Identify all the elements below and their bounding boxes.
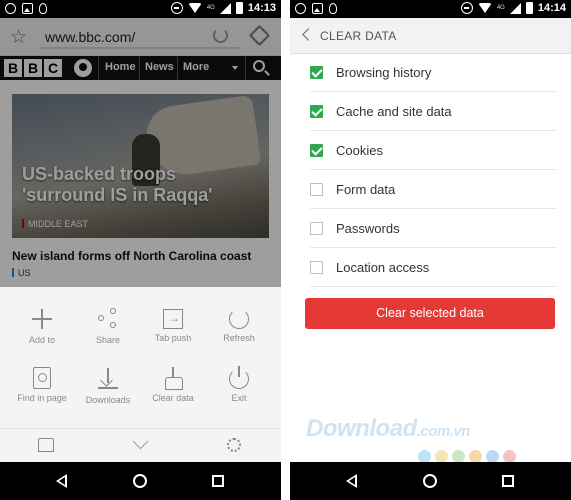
status-bar: 4G 14:13 bbox=[0, 0, 281, 18]
menu-refresh[interactable]: Refresh bbox=[204, 307, 274, 343]
battery-icon bbox=[235, 2, 243, 14]
clear-data-screen: 4G 14:14 CLEAR DATA Browsing history Cach… bbox=[290, 0, 571, 500]
option-form-data[interactable]: Form data bbox=[310, 170, 556, 209]
option-label: Cookies bbox=[336, 143, 383, 158]
menu-share[interactable]: Share bbox=[73, 307, 143, 345]
android-nav-bar bbox=[290, 462, 571, 500]
signal-icon bbox=[509, 2, 521, 14]
do-not-disturb-icon bbox=[460, 2, 473, 14]
wifi-icon bbox=[187, 3, 202, 13]
recent-apps-icon[interactable] bbox=[212, 475, 224, 487]
share-icon bbox=[96, 307, 120, 331]
option-label: Passwords bbox=[336, 221, 400, 236]
option-label: Cache and site data bbox=[336, 104, 452, 119]
checkbox-browsing-history[interactable] bbox=[310, 66, 323, 79]
whatsapp-icon bbox=[5, 3, 16, 14]
status-time: 14:13 bbox=[247, 2, 276, 14]
plus-icon bbox=[30, 307, 54, 331]
checkbox-passwords[interactable] bbox=[310, 222, 323, 235]
broom-icon bbox=[162, 367, 184, 390]
screenshot-gap bbox=[281, 0, 290, 500]
back-chevron-icon[interactable] bbox=[302, 28, 315, 41]
option-label: Location access bbox=[336, 260, 430, 275]
clear-selected-data-button[interactable]: Clear selected data bbox=[305, 298, 555, 329]
find-in-page-icon bbox=[33, 367, 51, 389]
network-type: 4G bbox=[206, 5, 215, 11]
checkbox-form-data[interactable] bbox=[310, 183, 323, 196]
back-icon[interactable] bbox=[346, 474, 357, 488]
android-nav-bar bbox=[0, 462, 281, 500]
tshirt-icon[interactable] bbox=[38, 438, 54, 452]
menu-exit[interactable]: Exit bbox=[204, 366, 274, 403]
menu-clear-data[interactable]: Clear data bbox=[138, 367, 208, 403]
gear-icon[interactable] bbox=[227, 438, 241, 452]
image-notification-icon bbox=[312, 3, 323, 14]
recent-apps-icon[interactable] bbox=[502, 475, 514, 487]
wifi-icon bbox=[477, 3, 492, 13]
checkbox-cookies[interactable] bbox=[310, 144, 323, 157]
tab-push-icon bbox=[163, 309, 183, 329]
bulb-icon bbox=[39, 3, 47, 14]
image-notification-icon bbox=[22, 3, 33, 14]
menu-overlay[interactable] bbox=[0, 18, 281, 287]
option-label: Browsing history bbox=[336, 65, 432, 80]
browser-screen: 4G 14:13 ☆ www.bbc.com/ B B C Home News … bbox=[0, 0, 281, 500]
status-bar: 4G 14:14 bbox=[290, 0, 571, 18]
status-time: 14:14 bbox=[537, 2, 566, 14]
menu-find-in-page[interactable]: Find in page bbox=[7, 367, 77, 403]
bulb-icon bbox=[329, 3, 337, 14]
refresh-icon bbox=[229, 309, 249, 329]
checkbox-cache-and-site-data[interactable] bbox=[310, 105, 323, 118]
back-icon[interactable] bbox=[56, 474, 67, 488]
menu-add-to[interactable]: Add to bbox=[7, 307, 77, 345]
network-type: 4G bbox=[496, 5, 505, 11]
page-title: CLEAR DATA bbox=[320, 29, 397, 43]
option-label: Form data bbox=[336, 182, 396, 197]
battery-icon bbox=[525, 2, 533, 14]
option-cache-and-site-data[interactable]: Cache and site data bbox=[310, 92, 556, 131]
checkbox-location-access[interactable] bbox=[310, 261, 323, 274]
watermark-logo: Download.com.vn bbox=[306, 415, 470, 442]
option-cookies[interactable]: Cookies bbox=[310, 131, 556, 170]
option-passwords[interactable]: Passwords bbox=[310, 209, 556, 248]
clear-data-header: CLEAR DATA bbox=[290, 18, 571, 54]
menu-divider bbox=[0, 428, 281, 429]
whatsapp-icon bbox=[295, 3, 306, 14]
do-not-disturb-icon bbox=[170, 2, 183, 14]
option-browsing-history[interactable]: Browsing history bbox=[310, 53, 556, 92]
home-icon[interactable] bbox=[133, 474, 147, 488]
home-icon[interactable] bbox=[423, 474, 437, 488]
signal-icon bbox=[219, 2, 231, 14]
option-location-access[interactable]: Location access bbox=[310, 248, 556, 287]
power-icon bbox=[229, 366, 249, 389]
menu-downloads[interactable]: Downloads bbox=[73, 367, 143, 405]
menu-tab-push[interactable]: Tab push bbox=[138, 307, 208, 343]
download-icon bbox=[96, 367, 120, 391]
